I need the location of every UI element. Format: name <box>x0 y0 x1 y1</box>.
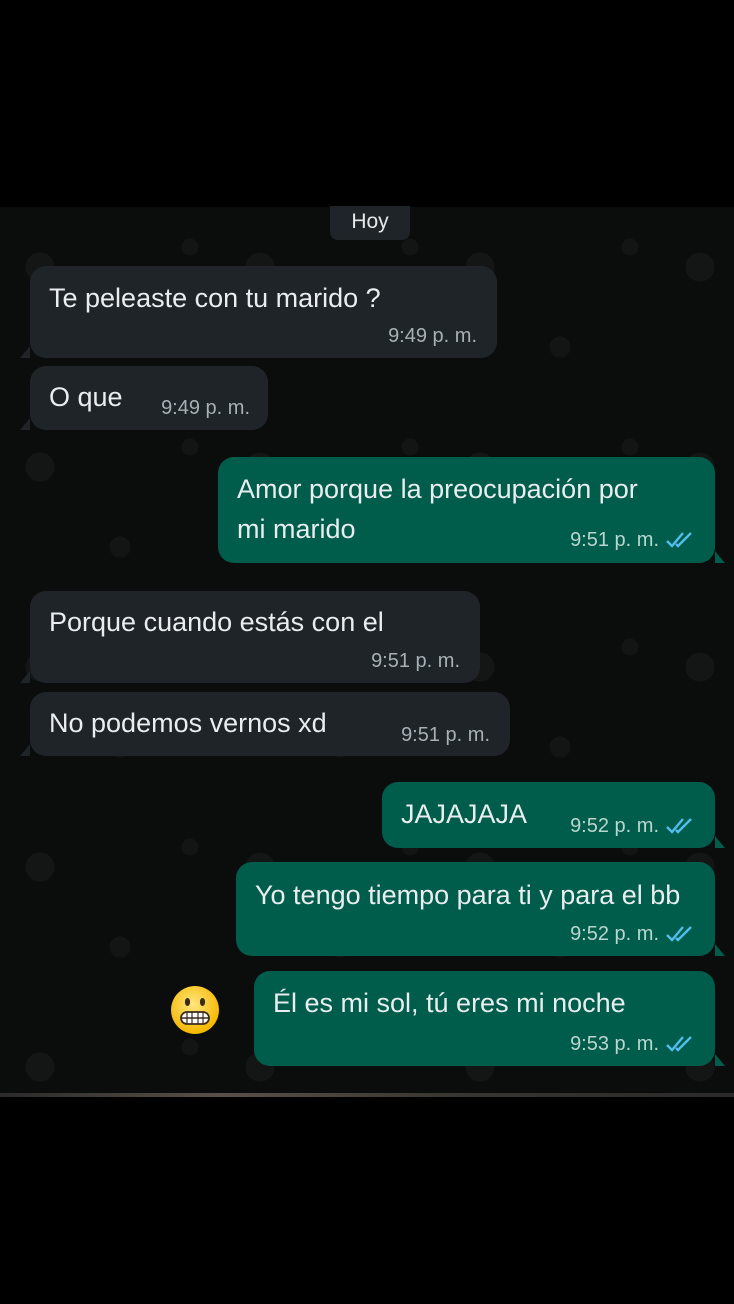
message-bubble-incoming[interactable]: O que 9:49 p. m. <box>20 366 268 430</box>
message-bubble-outgoing[interactable]: Amor porque la preocupación por mi marid… <box>218 457 725 563</box>
message-time: 9:53 p. m. <box>570 1033 659 1055</box>
message-time: 9:51 p. m. <box>401 724 490 746</box>
read-receipt-icon <box>666 926 692 942</box>
message-time: 9:49 p. m. <box>161 397 250 419</box>
message-time: 9:51 p. m. <box>371 650 460 672</box>
message-text: JAJAJAJA <box>401 799 528 829</box>
message-text: Yo tengo tiempo para ti y para el bb <box>255 880 681 910</box>
message-text: O que <box>49 382 123 412</box>
read-receipt-icon <box>666 818 692 834</box>
message-text: Te peleaste con tu marido ? <box>49 283 381 313</box>
grimacing-face-emoji <box>171 986 219 1034</box>
message-time: 9:49 p. m. <box>388 325 477 347</box>
bottom-divider <box>0 1093 734 1097</box>
message-time: 9:52 p. m. <box>570 923 659 945</box>
message-text: Él es mi sol, tú eres mi noche <box>273 988 626 1018</box>
message-bubble-outgoing[interactable]: JAJAJAJA 9:52 p. m. <box>382 782 725 848</box>
message-bubble-outgoing[interactable]: Yo tengo tiempo para ti y para el bb 9:5… <box>236 862 725 956</box>
message-bubble-incoming[interactable]: Te peleaste con tu marido ? 9:49 p. m. <box>20 266 497 358</box>
message-time: 9:52 p. m. <box>570 815 659 837</box>
message-text: No podemos vernos xd <box>49 708 327 738</box>
message-bubble-incoming[interactable]: Porque cuando estás con el 9:51 p. m. <box>20 591 480 683</box>
message-time: 9:51 p. m. <box>570 529 659 551</box>
message-text-line-1: Amor porque la preocupación por <box>237 474 638 504</box>
read-receipt-icon <box>666 532 692 548</box>
date-separator: Hoy <box>330 206 410 240</box>
message-text-line-2: mi marido <box>237 514 356 544</box>
message-bubble-outgoing[interactable]: Él es mi sol, tú eres mi noche 9:53 p. m… <box>254 971 725 1066</box>
read-receipt-icon <box>666 1036 692 1052</box>
message-text: Porque cuando estás con el <box>49 607 384 637</box>
message-bubble-incoming[interactable]: No podemos vernos xd 9:51 p. m. <box>20 692 510 756</box>
